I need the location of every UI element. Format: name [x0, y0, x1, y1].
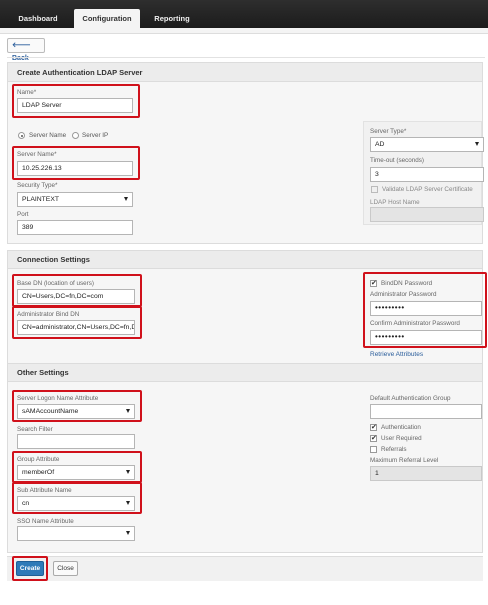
security-type-value: PLAINTEXT [22, 196, 60, 203]
user-required-label: User Required [381, 435, 422, 442]
authentication-label: Authentication [381, 424, 421, 431]
server-name-radio[interactable] [18, 132, 25, 139]
ldap-host-name-label: LDAP Host Name [370, 199, 420, 206]
highlight-server-name [12, 146, 140, 180]
validate-cert-checkbox[interactable] [371, 186, 378, 193]
referrals-label: Referrals [381, 446, 407, 453]
security-type-label: Security Type* [17, 182, 58, 189]
highlight-passwords [363, 272, 487, 348]
highlight-name [12, 84, 140, 118]
highlight-bind-dn [12, 306, 142, 339]
chevron-down-icon [124, 197, 128, 201]
form-footer [7, 556, 483, 581]
server-type-value: AD [375, 141, 385, 148]
highlight-logon-attr [12, 390, 142, 422]
other-settings-title: Other Settings [8, 364, 482, 382]
security-type-select[interactable]: PLAINTEXT [17, 192, 133, 207]
tab-reporting[interactable]: Reporting [148, 9, 196, 28]
search-filter-field[interactable] [17, 434, 135, 449]
server-ip-radio-label: Server IP [82, 132, 109, 139]
back-button[interactable]: 🡐 Back [7, 38, 45, 62]
tab-dashboard[interactable]: Dashboard [12, 9, 64, 28]
retrieve-attributes-link[interactable]: Retrieve Attributes [370, 351, 423, 358]
server-ip-radio[interactable] [72, 132, 79, 139]
connection-settings-title: Connection Settings [8, 251, 482, 269]
max-referral-field[interactable]: 1 [370, 466, 482, 481]
chevron-down-icon [126, 531, 130, 535]
page-title: Create Authentication LDAP Server [8, 63, 482, 82]
chevron-down-icon [475, 142, 479, 146]
server-type-select[interactable]: AD [370, 137, 484, 152]
sso-attr-select[interactable] [17, 526, 135, 541]
server-name-radio-label: Server Name [29, 132, 67, 139]
back-arrow-icon: 🡐 [12, 42, 31, 49]
top-nav-bar: Dashboard Configuration Reporting [0, 0, 488, 28]
sso-attr-label: SSO Name Attribute [17, 518, 74, 525]
close-button[interactable]: Close [53, 561, 78, 576]
timeout-label: Time-out (seconds) [370, 157, 425, 164]
port-field[interactable]: 389 [17, 220, 133, 235]
port-label: Port [17, 211, 29, 218]
default-group-label: Default Authentication Group [370, 395, 451, 402]
highlight-group-attr [12, 451, 142, 483]
divider [7, 57, 485, 58]
highlight-base-dn [12, 274, 142, 307]
validate-cert-label: Validate LDAP Server Certificate [382, 186, 473, 193]
authentication-checkbox[interactable]: ✔ [370, 424, 377, 431]
server-type-label: Server Type* [370, 128, 407, 135]
sub-bar [0, 28, 488, 34]
ldap-host-name-field[interactable] [370, 207, 484, 222]
referrals-checkbox[interactable] [370, 446, 377, 453]
user-required-checkbox[interactable]: ✔ [370, 435, 377, 442]
timeout-field[interactable]: 3 [370, 167, 484, 182]
highlight-create [12, 556, 48, 581]
tab-configuration[interactable]: Configuration [74, 9, 140, 28]
highlight-sub-attr [12, 482, 142, 514]
search-filter-label: Search Filter [17, 426, 53, 433]
default-group-field[interactable] [370, 404, 482, 419]
max-referral-label: Maximum Referral Level [370, 457, 439, 464]
